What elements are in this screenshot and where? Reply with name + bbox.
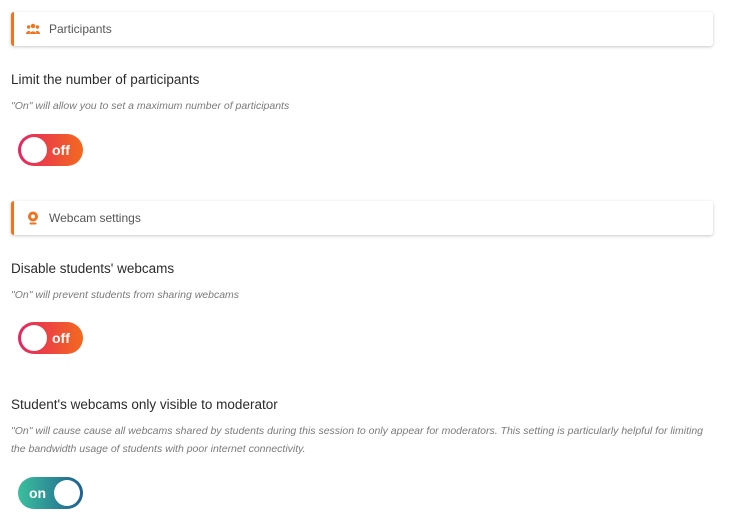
section-title: Webcam settings [49, 211, 141, 225]
setting-title: Student's webcams only visible to modera… [11, 397, 278, 412]
settings-page: Participants Limit the number of partici… [0, 0, 730, 522]
limit-participants-toggle[interactable]: off [18, 134, 83, 166]
setting-description: "On" will cause cause all webcams shared… [11, 425, 704, 455]
toggle-state-label: off [52, 142, 70, 158]
participants-icon [26, 22, 40, 36]
section-title: Participants [49, 22, 112, 36]
toggle-knob [54, 480, 80, 506]
toggle-state-label: off [52, 330, 70, 346]
setting-title: Disable students' webcams [11, 261, 175, 276]
setting-title: Limit the number of participants [11, 72, 200, 87]
webcam-icon [26, 211, 40, 225]
toggle-state-label: on [29, 485, 47, 501]
setting-description: "On" will allow you to set a maximum num… [11, 100, 290, 112]
webcam-section-header: Webcam settings [11, 201, 713, 235]
webcams-moderator-only-toggle[interactable]: on [18, 477, 83, 509]
toggle-knob [21, 137, 47, 163]
disable-webcams-toggle[interactable]: off [18, 322, 83, 354]
participants-section-header: Participants [11, 12, 713, 46]
setting-description: "On" will prevent students from sharing … [11, 289, 240, 301]
toggle-knob [21, 325, 47, 351]
